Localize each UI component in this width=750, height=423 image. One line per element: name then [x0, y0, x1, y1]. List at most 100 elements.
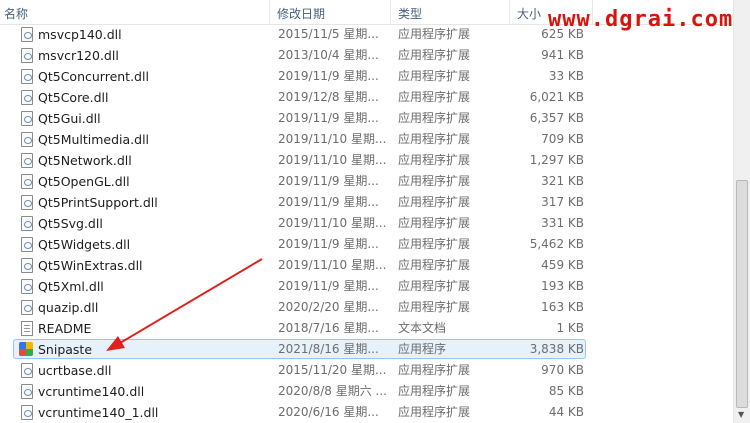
snipaste-app-icon — [19, 342, 33, 356]
file-row[interactable]: Qt5Network.dll 2019/11/10 星期... 应用程序扩展 1,29… — [0, 150, 733, 171]
file-row[interactable]: Qt5OpenGL.dll 2019/11/9 星期... 应用程序扩展 321 KB — [0, 171, 733, 192]
file-row[interactable]: README 2018/7/16 星期... 文本文档 1 KB — [0, 318, 733, 339]
file-name: Qt5Concurrent.dll — [38, 69, 149, 84]
file-row[interactable]: ucrtbase.dll 2015/11/20 星期... 应用程序扩展 970 KB — [0, 360, 733, 381]
file-size: 1,297 KB — [529, 153, 584, 167]
column-header-type-label: 类型 — [398, 7, 423, 21]
file-size: 6,357 KB — [529, 111, 584, 125]
file-size: 6,021 KB — [529, 90, 584, 104]
file-type: 应用程序扩展 — [398, 279, 471, 293]
file-type: 应用程序扩展 — [398, 216, 471, 230]
file-name: ucrtbase.dll — [38, 363, 112, 378]
file-name: vcruntime140_1.dll — [38, 405, 159, 420]
file-row[interactable]: quazip.dll 2020/2/20 星期... 应用程序扩展 163 KB — [0, 297, 733, 318]
file-modified-date: 2015/11/20 星期... — [278, 363, 387, 377]
column-header-name[interactable]: 名称 ⌃ — [0, 0, 270, 24]
file-size: 941 KB — [541, 48, 584, 62]
file-modified-date: 2013/10/4 星期... — [278, 48, 379, 62]
scrollbar-thumb[interactable] — [736, 180, 748, 408]
dll-file-icon — [21, 237, 33, 252]
file-name: Qt5Network.dll — [38, 153, 132, 168]
file-name: msvcp140.dll — [38, 27, 122, 42]
file-row[interactable]: Qt5Svg.dll 2019/11/10 星期... 应用程序扩展 331 KB — [0, 213, 733, 234]
column-header-date[interactable]: 修改日期 — [273, 0, 391, 24]
file-type: 应用程序扩展 — [398, 90, 471, 104]
dll-file-icon — [21, 153, 33, 168]
text-file-icon — [21, 321, 33, 336]
file-modified-date: 2019/11/10 星期... — [278, 153, 387, 167]
file-row[interactable]: vcruntime140_1.dll 2020/6/16 星期... 应用程序扩展 4… — [0, 402, 733, 423]
file-type: 应用程序扩展 — [398, 48, 471, 62]
dll-file-icon — [21, 300, 33, 315]
dll-file-icon — [21, 363, 33, 378]
file-row[interactable]: Qt5Gui.dll 2019/11/9 星期... 应用程序扩展 6,357 KB — [0, 108, 733, 129]
file-type: 应用程序扩展 — [398, 132, 471, 146]
file-row[interactable]: Qt5Concurrent.dll 2019/11/9 星期... 应用程序扩展 33… — [0, 66, 733, 87]
file-modified-date: 2019/11/10 星期... — [278, 132, 387, 146]
file-modified-date: 2020/2/20 星期... — [278, 300, 379, 314]
file-size: 163 KB — [541, 300, 584, 314]
column-header-name-label: 名称 — [4, 7, 29, 21]
file-modified-date: 2019/11/9 星期... — [278, 195, 379, 209]
file-row[interactable]: Qt5WinExtras.dll 2019/11/10 星期... 应用程序扩展 45… — [0, 255, 733, 276]
file-name: msvcr120.dll — [38, 48, 119, 63]
scroll-down-arrow-icon[interactable]: ▼ — [738, 410, 744, 420]
file-name: Qt5Core.dll — [38, 90, 109, 105]
file-row[interactable]: Qt5Multimedia.dll 2019/11/10 星期... 应用程序扩展 7… — [0, 129, 733, 150]
file-type: 应用程序 — [398, 342, 447, 356]
file-size: 321 KB — [541, 174, 584, 188]
file-name: Qt5Widgets.dll — [38, 237, 131, 252]
file-modified-date: 2018/7/16 星期... — [278, 321, 379, 335]
file-modified-date: 2021/8/16 星期... — [278, 342, 379, 356]
dll-file-icon — [21, 258, 33, 273]
file-row[interactable]: Qt5Widgets.dll 2019/11/9 星期... 应用程序扩展 5,462… — [0, 234, 733, 255]
dll-file-icon — [21, 279, 33, 294]
file-size: 1 KB — [556, 321, 584, 335]
file-row[interactable]: vcruntime140.dll 2020/8/8 星期六 ... 应用程序扩展 85… — [0, 381, 733, 402]
file-size: 331 KB — [541, 216, 584, 230]
file-type: 应用程序扩展 — [398, 258, 471, 272]
file-modified-date: 2019/11/9 星期... — [278, 111, 379, 125]
file-name: README — [38, 321, 92, 336]
file-size: 193 KB — [541, 279, 584, 293]
file-name: Qt5WinExtras.dll — [38, 258, 143, 273]
dll-file-icon — [21, 216, 33, 231]
file-modified-date: 2019/11/9 星期... — [278, 174, 379, 188]
file-type: 应用程序扩展 — [398, 405, 471, 419]
column-header-size-label: 大小 — [517, 7, 542, 21]
file-size: 5,462 KB — [529, 237, 584, 251]
chevron-up-icon: ⌃ — [137, 0, 145, 7]
file-type: 应用程序扩展 — [398, 111, 471, 125]
dll-file-icon — [21, 405, 33, 420]
file-type: 应用程序扩展 — [398, 195, 471, 209]
file-type: 应用程序扩展 — [398, 237, 471, 251]
dll-file-icon — [21, 384, 33, 399]
file-modified-date: 2015/11/5 星期... — [278, 27, 379, 41]
file-name: Qt5OpenGL.dll — [38, 174, 130, 189]
file-size: 33 KB — [548, 69, 584, 83]
file-modified-date: 2019/11/10 星期... — [278, 216, 387, 230]
file-size: 85 KB — [548, 384, 584, 398]
dll-file-icon — [21, 27, 33, 42]
column-header-type[interactable]: 类型 — [394, 0, 510, 24]
file-row[interactable]: Qt5Core.dll 2019/12/8 星期... 应用程序扩展 6,021 KB — [0, 87, 733, 108]
dll-file-icon — [21, 195, 33, 210]
file-row[interactable]: Snipaste 2021/8/16 星期... 应用程序 3,838 KB — [0, 339, 733, 360]
file-size: 709 KB — [541, 132, 584, 146]
file-type: 应用程序扩展 — [398, 174, 471, 188]
dll-file-icon — [21, 90, 33, 105]
file-row[interactable]: Qt5PrintSupport.dll 2019/11/9 星期... 应用程序扩展… — [0, 192, 733, 213]
dll-file-icon — [21, 174, 33, 189]
vertical-scrollbar[interactable]: ▼ — [733, 0, 750, 423]
file-row[interactable]: msvcr120.dll 2013/10/4 星期... 应用程序扩展 941 KB — [0, 45, 733, 66]
file-type: 应用程序扩展 — [398, 69, 471, 83]
file-name: quazip.dll — [38, 300, 99, 315]
file-modified-date: 2019/11/9 星期... — [278, 237, 379, 251]
file-size: 459 KB — [541, 258, 584, 272]
file-type: 应用程序扩展 — [398, 27, 471, 41]
file-modified-date: 2019/11/9 星期... — [278, 279, 379, 293]
file-size: 44 KB — [548, 405, 584, 419]
file-type: 应用程序扩展 — [398, 153, 471, 167]
file-name: Qt5Gui.dll — [38, 111, 101, 126]
file-row[interactable]: Qt5Xml.dll 2019/11/9 星期... 应用程序扩展 193 KB — [0, 276, 733, 297]
